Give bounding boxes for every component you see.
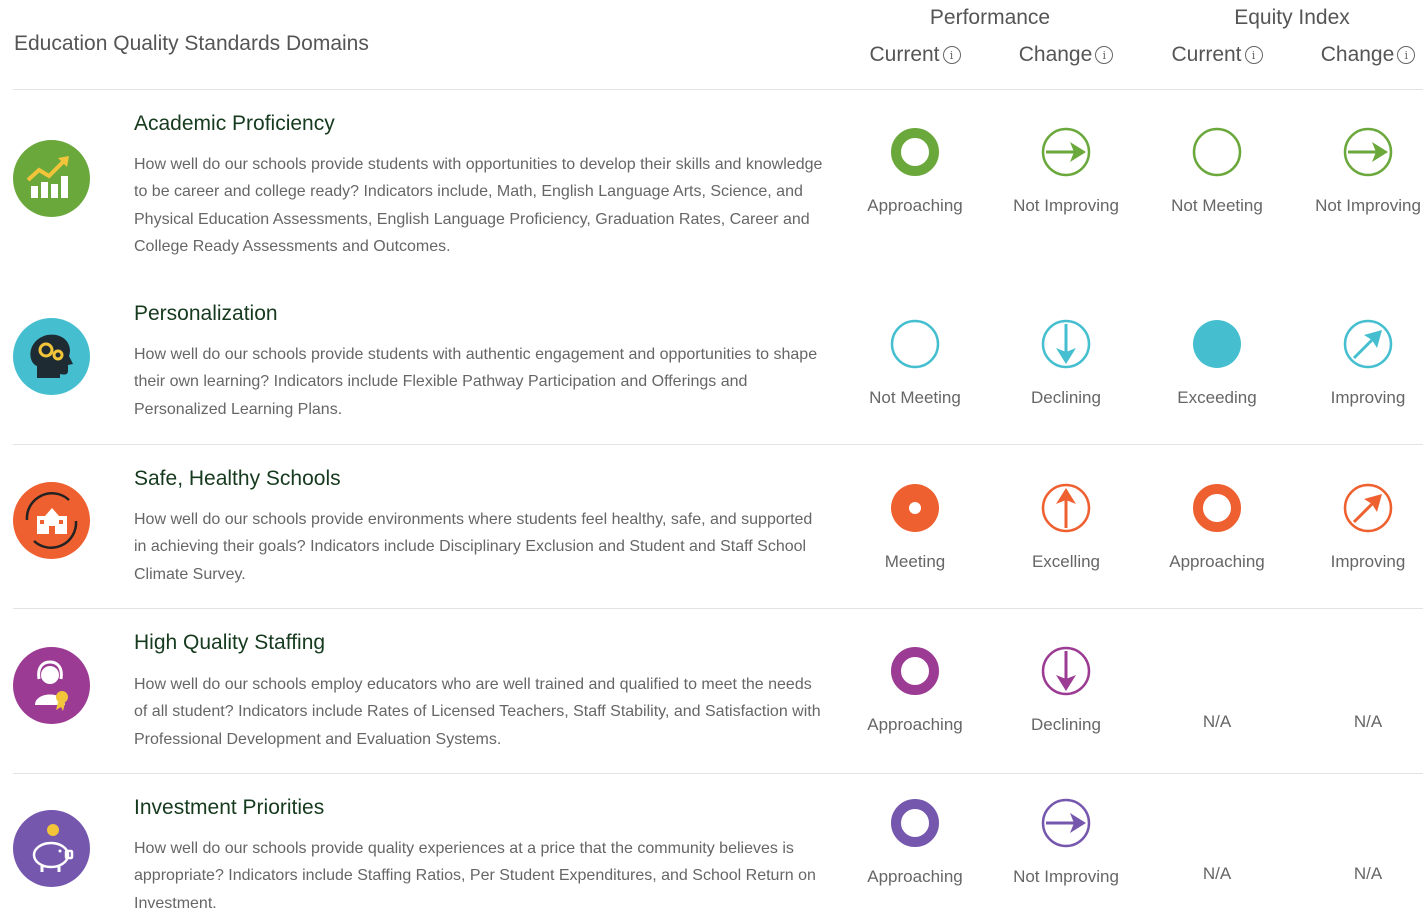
- status-label: Approaching: [867, 196, 963, 215]
- info-icon[interactable]: i: [1397, 46, 1416, 64]
- status-approaching-icon: [889, 797, 941, 849]
- change-label: Improving: [1330, 552, 1406, 571]
- domain-title: Academic Proficiency: [134, 112, 335, 135]
- piggy-bank-icon: [13, 810, 90, 887]
- change-label: Not Improving: [1013, 867, 1119, 886]
- column-header-equity-change: Change i: [1293, 43, 1424, 67]
- arrow-right-icon: [1342, 126, 1394, 178]
- row-divider: [13, 444, 1423, 445]
- column-header-performance-change: Change i: [991, 43, 1141, 67]
- info-icon[interactable]: i: [942, 46, 961, 64]
- status-label: Approaching: [867, 867, 963, 886]
- domain-description: How well do our schools provide students…: [134, 346, 818, 418]
- change-cell[interactable]: Not Improving: [991, 797, 1141, 890]
- status-label: Approaching: [1169, 552, 1265, 571]
- status-approaching-icon: [889, 126, 941, 178]
- status-cell[interactable]: Meeting: [840, 482, 990, 575]
- status-cell[interactable]: Approaching: [840, 126, 990, 219]
- domain-description: How well do our schools provide environm…: [134, 511, 813, 583]
- column-header-label: Current: [1171, 43, 1242, 66]
- info-icon[interactable]: i: [1095, 46, 1114, 64]
- domain-title: Investment Priorities: [134, 796, 325, 819]
- table-title: Education Quality Standards Domains: [14, 32, 369, 55]
- arrow-down-icon: [1040, 645, 1092, 697]
- column-header-label: Change: [1018, 43, 1093, 66]
- change-cell[interactable]: Not Improving: [1293, 126, 1424, 219]
- school-building-icon: [13, 482, 90, 559]
- status-approaching-icon: [889, 645, 941, 697]
- info-icon[interactable]: i: [1244, 46, 1263, 64]
- column-header-label: Current: [869, 43, 940, 66]
- column-header-equity-current: Current i: [1142, 43, 1292, 67]
- change-label: Improving: [1330, 388, 1406, 407]
- row-divider: [13, 608, 1423, 609]
- bar-chart-growth-icon: [13, 140, 90, 217]
- domain-description: How well do our schools provide students…: [134, 156, 823, 255]
- status-not-meeting-icon: [889, 318, 941, 370]
- status-cell[interactable]: Not Meeting: [840, 318, 990, 411]
- change-cell[interactable]: Improving: [1293, 482, 1424, 575]
- domain-description: How well do our schools employ educators…: [134, 676, 821, 748]
- domain-title: Personalization: [134, 302, 278, 325]
- head-gears-icon: [13, 318, 90, 395]
- change-cell[interactable]: Excelling: [991, 482, 1141, 575]
- arrow-up-right-icon: [1342, 482, 1394, 534]
- status-label: Meeting: [884, 552, 946, 571]
- arrow-down-icon: [1040, 318, 1092, 370]
- status-cell[interactable]: Approaching: [1142, 482, 1292, 575]
- status-cell[interactable]: Not Meeting: [1142, 126, 1292, 219]
- column-header-performance-current: Current i: [840, 43, 990, 67]
- domain-title: High Quality Staffing: [134, 631, 326, 654]
- change-label: Not Improving: [1315, 196, 1421, 215]
- arrow-up-icon: [1040, 482, 1092, 534]
- change-label: Excelling: [1031, 552, 1101, 571]
- arrow-right-icon: [1040, 797, 1092, 849]
- status-cell[interactable]: Approaching: [840, 797, 990, 890]
- change-cell[interactable]: Not Improving: [991, 126, 1141, 219]
- change-label: Declining: [1031, 715, 1101, 734]
- status-approaching-icon: [1191, 482, 1243, 534]
- change-cell[interactable]: Improving: [1293, 318, 1424, 411]
- group-header-performance: Performance: [929, 6, 1051, 29]
- domain-title: Safe, Healthy Schools: [134, 467, 341, 490]
- group-header-equity-index: Equity Index: [1234, 6, 1350, 29]
- status-cell[interactable]: Exceeding: [1142, 318, 1292, 411]
- column-header-label: Change: [1320, 43, 1395, 66]
- domain-description: How well do our schools provide quality …: [134, 840, 816, 912]
- change-label: Not Improving: [1013, 196, 1119, 215]
- arrow-up-right-icon: [1342, 318, 1394, 370]
- change-cell[interactable]: Declining: [991, 318, 1141, 411]
- arrow-right-icon: [1040, 126, 1092, 178]
- status-not-available: N/A: [1202, 712, 1232, 731]
- row-divider: [13, 89, 1423, 90]
- change-not-available: N/A: [1353, 864, 1383, 883]
- row-divider: [13, 773, 1423, 774]
- status-not-available: N/A: [1202, 864, 1232, 883]
- status-label: Not Meeting: [869, 388, 961, 407]
- status-meeting-icon: [889, 482, 941, 534]
- status-cell[interactable]: Approaching: [840, 645, 990, 738]
- change-cell[interactable]: Declining: [991, 645, 1141, 738]
- status-label: Not Meeting: [1171, 196, 1263, 215]
- status-label: Exceeding: [1177, 388, 1257, 407]
- status-exceeding-icon: [1191, 318, 1243, 370]
- status-not-meeting-icon: [1191, 126, 1243, 178]
- teacher-award-icon: [13, 647, 90, 724]
- change-not-available: N/A: [1353, 712, 1383, 731]
- change-label: Declining: [1031, 388, 1101, 407]
- status-label: Approaching: [867, 715, 963, 734]
